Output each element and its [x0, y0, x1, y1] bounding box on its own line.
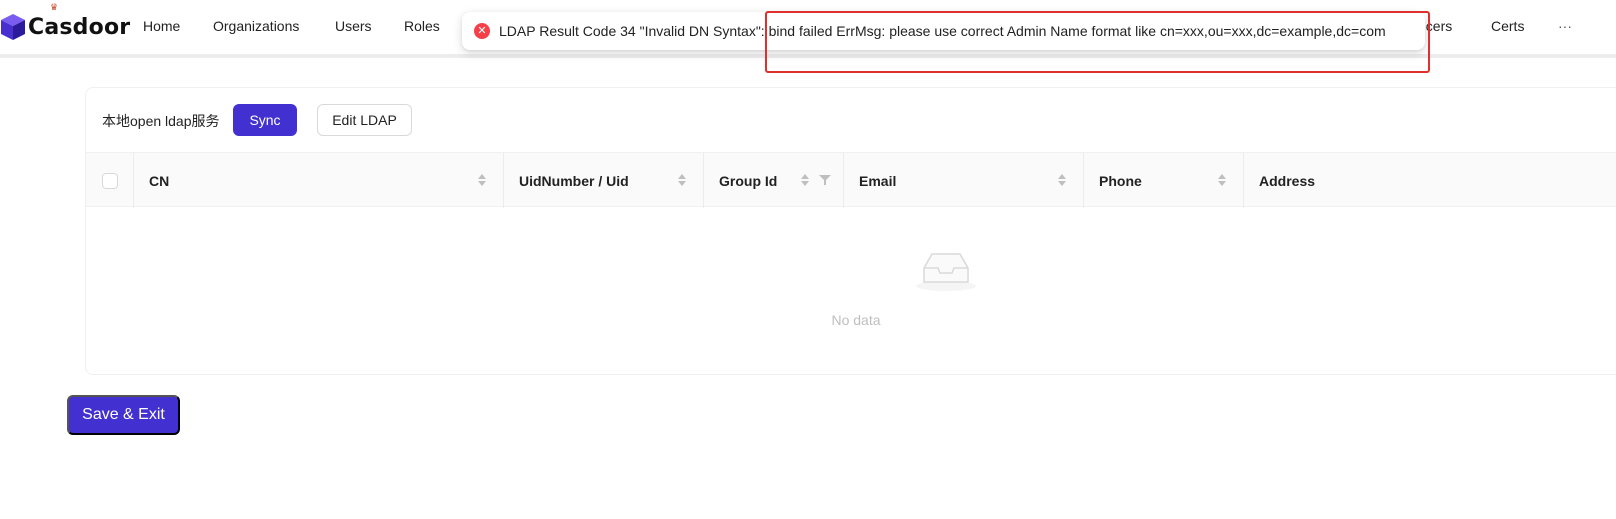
brand-name: Casdoor	[28, 14, 131, 40]
sort-icon[interactable]	[801, 173, 809, 187]
column-header-uid[interactable]: UidNumber / Uid	[503, 153, 703, 208]
nav-organizations[interactable]: Organizations	[213, 18, 299, 34]
column-header-label: UidNumber / Uid	[519, 172, 629, 189]
empty-text: No data	[831, 312, 881, 328]
nav-home[interactable]: Home	[143, 18, 180, 34]
sort-icon[interactable]	[1058, 173, 1066, 187]
column-header-cn[interactable]: CN	[133, 153, 503, 208]
filter-icon[interactable]	[819, 174, 831, 186]
column-header-label: Address	[1259, 172, 1316, 189]
nav-more-icon[interactable]: ···	[1558, 18, 1572, 34]
sort-icon[interactable]	[678, 173, 686, 187]
sort-icon[interactable]	[1218, 173, 1226, 187]
ldap-card: 本地open ldap服务 Sync Edit LDAP CN UidNumbe…	[85, 87, 1616, 375]
column-header-label: CN	[149, 172, 170, 189]
table-empty-state: No data	[86, 208, 1616, 375]
column-header-label: Group Id	[719, 172, 778, 189]
sort-icon[interactable]	[478, 173, 486, 187]
nav-certs[interactable]: Certs	[1491, 18, 1524, 34]
column-header-address[interactable]: Address	[1243, 153, 1616, 208]
table-header: CN UidNumber / Uid Group Id Email Phone …	[86, 152, 1616, 208]
save-exit-button[interactable]: Save & Exit	[67, 395, 180, 435]
cube-logo-icon	[1, 14, 25, 40]
column-header-label: Phone	[1099, 172, 1142, 189]
column-header-label: Email	[859, 172, 897, 189]
close-circle-icon: ✕	[474, 23, 490, 39]
ldap-title: 本地open ldap服务	[102, 113, 220, 129]
nav-roles[interactable]: Roles	[404, 18, 440, 34]
edit-ldap-button[interactable]: Edit LDAP	[317, 104, 412, 136]
empty-inbox-icon	[916, 253, 976, 291]
column-header-email[interactable]: Email	[843, 153, 1083, 208]
select-all-checkbox[interactable]	[102, 173, 118, 189]
nav-users[interactable]: Users	[335, 18, 372, 34]
sync-button[interactable]: Sync	[233, 104, 297, 136]
casdoor-logo[interactable]: Casdoor ♛	[0, 2, 131, 42]
crown-icon: ♛	[50, 2, 59, 12]
annotation-highlight-box	[765, 11, 1430, 73]
